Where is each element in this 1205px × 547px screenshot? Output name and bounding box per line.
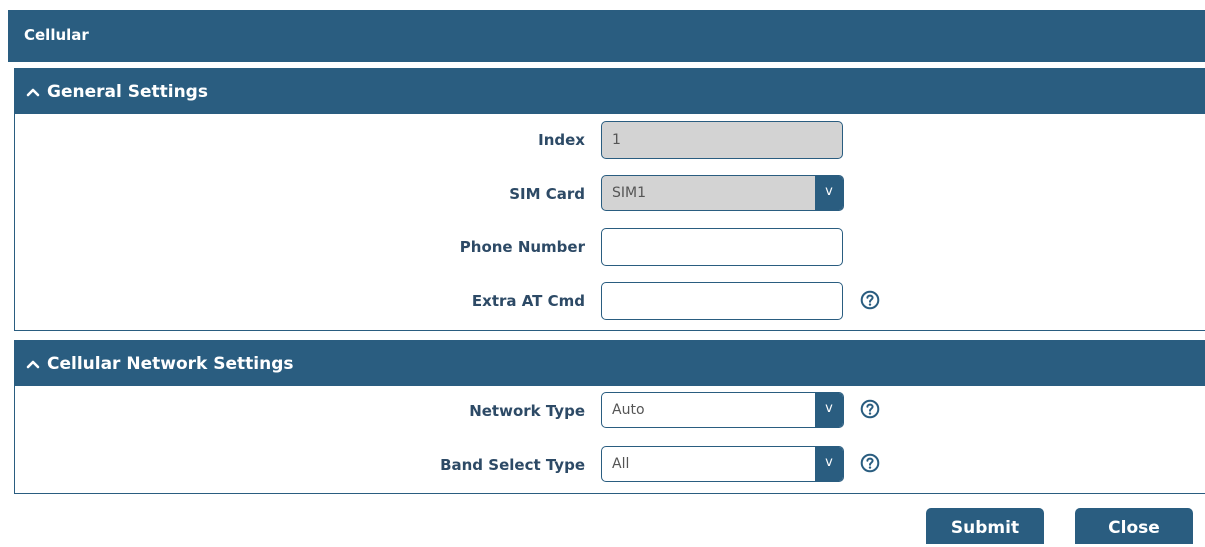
chevron-down-icon: v: [815, 393, 843, 427]
index-row: Index 1: [15, 120, 1205, 160]
sim-card-value: SIM1: [612, 185, 647, 201]
band-select-type-label: Band Select Type: [440, 456, 585, 474]
band-select-row: Band Select Type All v: [15, 445, 1205, 485]
network-type-select[interactable]: Auto v: [601, 392, 844, 428]
cellular-network-section: Cellular Network Settings Network Type A…: [14, 340, 1205, 494]
page-title: Cellular: [24, 26, 89, 44]
phone-number-label: Phone Number: [459, 238, 585, 256]
help-icon[interactable]: [860, 399, 880, 419]
extra-at-cmd-label: Extra AT Cmd: [471, 292, 585, 310]
chevron-up-icon: [26, 360, 40, 368]
submit-button[interactable]: Submit: [926, 508, 1044, 544]
sim-card-select[interactable]: SIM1 v: [601, 175, 844, 211]
band-select-type-select[interactable]: All v: [601, 446, 844, 482]
close-button[interactable]: Close: [1075, 508, 1193, 544]
general-settings-header[interactable]: General Settings: [15, 69, 1205, 114]
general-settings-section: General Settings Index 1 SIM Card SIM1 v…: [14, 68, 1205, 331]
phone-number-field[interactable]: [601, 228, 843, 266]
sim-card-label: SIM Card: [509, 185, 585, 203]
general-settings-title: General Settings: [47, 81, 208, 102]
index-label: Index: [538, 131, 585, 149]
cellular-network-header[interactable]: Cellular Network Settings: [15, 341, 1205, 386]
extra-at-cmd-row: Extra AT Cmd: [15, 281, 1205, 321]
chevron-up-icon: [26, 88, 40, 96]
index-field: 1: [601, 121, 843, 159]
help-icon[interactable]: [860, 290, 880, 310]
extra-at-cmd-field[interactable]: [601, 282, 843, 320]
help-icon[interactable]: [860, 453, 880, 473]
chevron-down-icon: v: [815, 447, 843, 481]
page-title-bar: Cellular: [8, 10, 1205, 62]
phone-number-row: Phone Number: [15, 227, 1205, 267]
network-type-row: Network Type Auto v: [15, 391, 1205, 431]
band-select-type-value: All: [612, 456, 630, 472]
sim-card-row: SIM Card SIM1 v: [15, 174, 1205, 214]
cellular-network-title: Cellular Network Settings: [47, 353, 294, 374]
chevron-down-icon: v: [815, 176, 843, 210]
network-type-label: Network Type: [469, 402, 585, 420]
network-type-value: Auto: [612, 402, 645, 418]
